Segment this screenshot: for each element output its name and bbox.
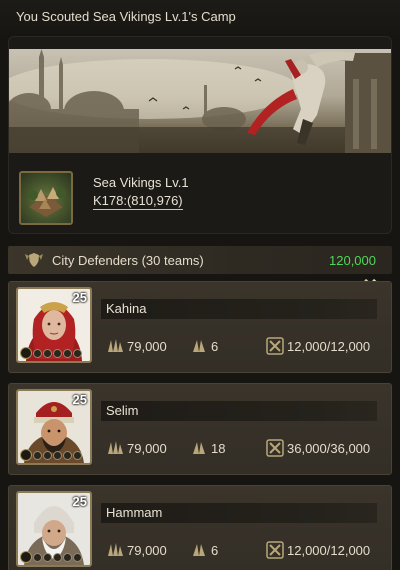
target-coordinates-link[interactable]: K178:(810,976)	[93, 193, 183, 210]
star-pip	[63, 348, 72, 358]
defender-card[interactable]: 25 Selim 79,000 18 36,000/36,000	[8, 383, 392, 475]
troops-icon	[108, 543, 123, 556]
hero-name: Kahina	[106, 301, 147, 316]
hp-value: 12,000/12,000	[287, 339, 371, 354]
star-pip	[33, 348, 42, 358]
target-name: Sea Vikings Lv.1	[93, 175, 189, 190]
hp-value: 36,000/36,000	[287, 441, 371, 456]
hero-level: 25	[72, 392, 87, 407]
star-pip	[53, 450, 62, 460]
star-pip	[73, 552, 82, 562]
camp-icon	[28, 187, 66, 217]
hero-name: Selim	[106, 403, 139, 418]
star-pip	[63, 450, 72, 460]
report-header: You Scouted Sea Vikings Lv.1's Camp	[0, 0, 400, 34]
hero-name: Hammam	[106, 505, 163, 520]
camp-thumbnail	[19, 171, 73, 225]
troops-value: 79,000	[127, 339, 167, 354]
star-pip	[43, 552, 52, 562]
formation-icon	[193, 544, 205, 556]
city-defenders-header: City Defenders (30 teams) 120,000	[8, 246, 392, 274]
shield-wings-icon	[25, 253, 43, 267]
defender-card[interactable]: 25 Kahina 79,000 6 12,000/12,000	[8, 281, 392, 373]
star-pip	[73, 450, 82, 460]
star-pip	[43, 450, 52, 460]
hero-class-badge	[20, 347, 32, 359]
hero-class-badge	[20, 551, 32, 563]
banner-artwork	[9, 49, 391, 153]
crossed-swords-icon	[266, 541, 284, 559]
star-pip	[63, 552, 72, 562]
troops-value: 79,000	[127, 543, 167, 558]
star-pip	[33, 552, 42, 562]
formation-icon	[193, 442, 205, 454]
troops-icon	[108, 339, 123, 352]
formation-value: 6	[211, 339, 219, 354]
formation-icon	[193, 340, 205, 352]
hero-name-strip: Kahina	[101, 299, 377, 319]
section-title: City Defenders (30 teams)	[52, 253, 204, 268]
formation-value: 18	[211, 441, 226, 456]
star-pip	[53, 348, 62, 358]
crossed-swords-icon	[266, 337, 284, 355]
section-power-value: 120,000	[329, 253, 376, 268]
hero-name-strip: Selim	[101, 401, 377, 421]
defender-card[interactable]: 25 Hammam 79,000 6 12,000/12,000	[8, 485, 392, 570]
report-card: Sea Vikings Lv.1 K178:(810,976)	[8, 36, 392, 234]
scout-banner-image	[9, 49, 391, 153]
hero-portrait[interactable]: 25	[16, 287, 92, 363]
star-pip	[73, 348, 82, 358]
hp-value: 12,000/12,000	[287, 543, 371, 558]
report-title: You Scouted Sea Vikings Lv.1's Camp	[16, 9, 236, 24]
hero-portrait[interactable]: 25	[16, 491, 92, 567]
hero-portrait[interactable]: 25	[16, 389, 92, 465]
hero-level: 25	[72, 290, 87, 305]
hero-name-strip: Hammam	[101, 503, 377, 523]
hero-star-rating	[20, 551, 90, 563]
hero-star-rating	[20, 449, 90, 461]
formation-value: 6	[211, 543, 219, 558]
hero-star-rating	[20, 347, 90, 359]
hero-level: 25	[72, 494, 87, 509]
troops-icon	[108, 441, 123, 454]
star-pip	[33, 450, 42, 460]
crossed-swords-icon	[266, 439, 284, 457]
troops-value: 79,000	[127, 441, 167, 456]
hero-class-badge	[20, 449, 32, 461]
star-pip	[53, 552, 62, 562]
star-pip	[43, 348, 52, 358]
